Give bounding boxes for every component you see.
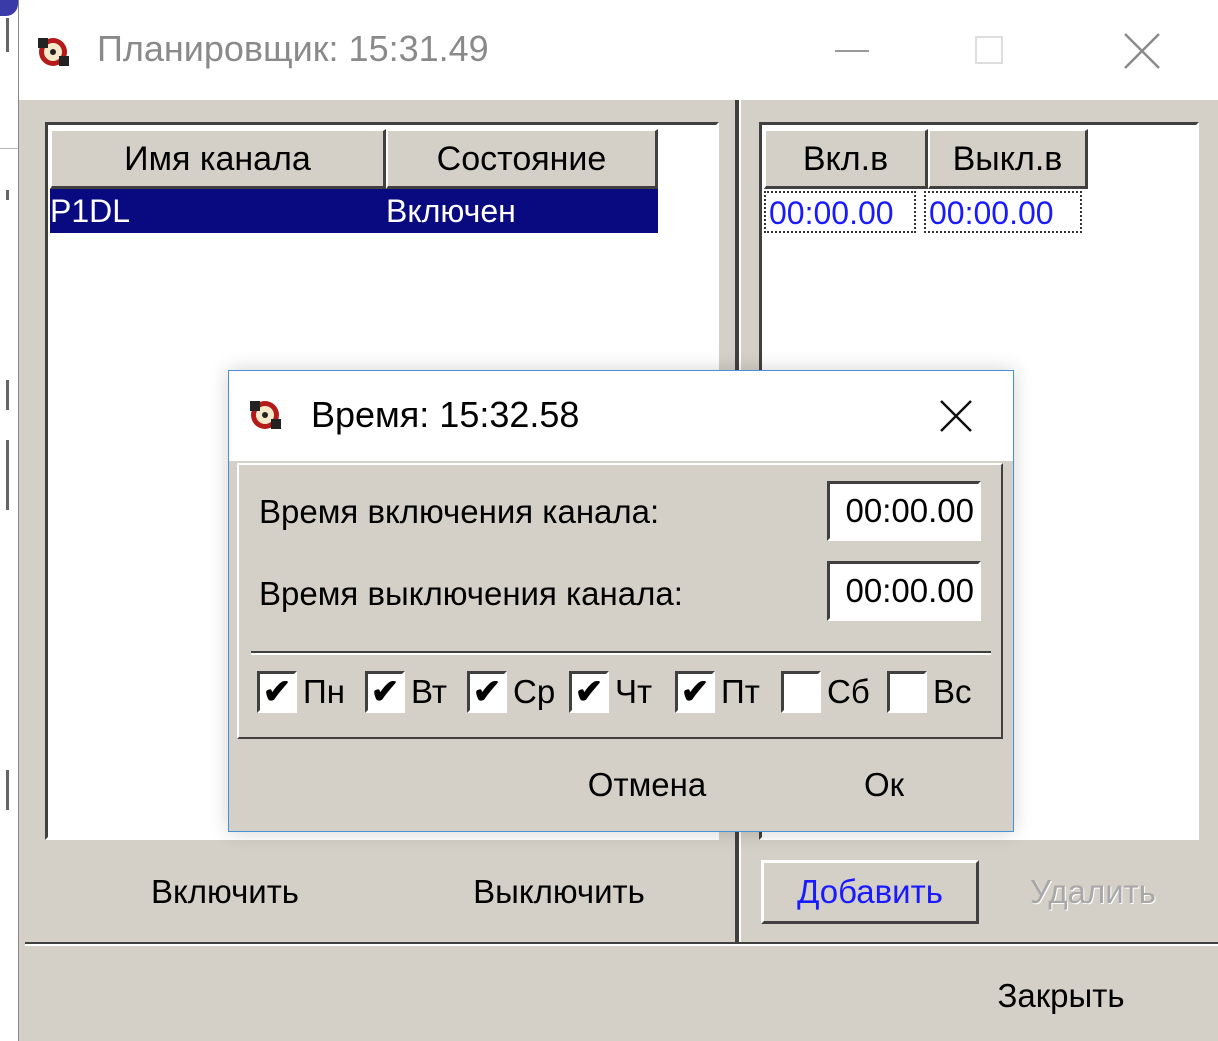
off-time-label: Время выключения канала: bbox=[259, 575, 683, 612]
background-window-edge bbox=[6, 440, 9, 510]
minimize-icon bbox=[835, 50, 869, 52]
table-row[interactable]: 00:00.00 00:00.00 bbox=[764, 191, 1088, 235]
on-time-field[interactable]: 00:00.00 bbox=[827, 481, 981, 541]
day-label-sat: Сб bbox=[827, 673, 870, 710]
on-time-cell: 00:00.00 bbox=[764, 191, 916, 233]
background-window-edge bbox=[6, 18, 9, 52]
channel-state-cell: Включен bbox=[386, 193, 516, 229]
background-window-edge bbox=[6, 380, 9, 410]
day-label-thu: Чт bbox=[615, 673, 653, 710]
off-time-field[interactable]: 00:00.00 bbox=[827, 561, 981, 621]
checkbox-wed[interactable]: ✔ bbox=[467, 671, 507, 713]
scheduler-app-icon bbox=[33, 34, 73, 76]
dialog-close-button[interactable] bbox=[933, 393, 979, 439]
day-label-wed: Ср bbox=[513, 673, 556, 710]
cancel-button[interactable]: Отмена bbox=[549, 755, 745, 815]
channel-name-cell: P1DL bbox=[50, 193, 131, 229]
add-button[interactable]: Добавить bbox=[761, 860, 979, 924]
checkbox-thu[interactable]: ✔ bbox=[569, 671, 609, 713]
background-window-separator bbox=[0, 148, 18, 149]
channel-name-header[interactable]: Имя канала bbox=[50, 129, 386, 189]
maximize-button bbox=[967, 28, 1013, 74]
off-time-header[interactable]: Выкл.в bbox=[928, 129, 1088, 189]
checkbox-sat[interactable] bbox=[781, 671, 821, 713]
table-row[interactable]: P1DL Включен bbox=[50, 189, 658, 233]
channel-state-header[interactable]: Состояние bbox=[386, 129, 658, 189]
checkbox-tue[interactable]: ✔ bbox=[365, 671, 405, 713]
checkbox-sun[interactable] bbox=[887, 671, 927, 713]
disable-channel-button[interactable]: Выключить bbox=[439, 862, 679, 922]
checkbox-fri[interactable]: ✔ bbox=[675, 671, 715, 713]
close-icon bbox=[940, 400, 972, 432]
on-time-header[interactable]: Вкл.в bbox=[764, 129, 928, 189]
close-icon bbox=[1124, 33, 1160, 69]
dialog-app-icon bbox=[245, 397, 285, 439]
delete-button: Удалить bbox=[999, 862, 1187, 922]
background-window bbox=[0, 0, 18, 1041]
day-label-tue: Вт bbox=[411, 673, 448, 710]
dialog-title: Время: 15:32.58 bbox=[311, 394, 580, 435]
window-titlebar: Планировщик: 15:31.49 bbox=[19, 0, 1218, 100]
off-time-cell: 00:00.00 bbox=[924, 191, 1082, 233]
days-divider bbox=[251, 651, 991, 655]
background-window-edge bbox=[6, 190, 9, 200]
window-title: Планировщик: 15:31.49 bbox=[97, 28, 489, 69]
enable-channel-button[interactable]: Включить bbox=[105, 862, 345, 922]
close-button[interactable]: Закрыть bbox=[959, 966, 1163, 1026]
footer-divider bbox=[25, 942, 1218, 946]
time-dialog: Время: 15:32.58 Время включения канала: … bbox=[228, 370, 1014, 832]
on-time-label: Время включения канала: bbox=[259, 493, 660, 530]
close-window-button[interactable] bbox=[1119, 28, 1165, 74]
dialog-titlebar: Время: 15:32.58 bbox=[229, 371, 1013, 461]
time-settings-group: Время включения канала: 00:00.00 Время в… bbox=[237, 463, 1003, 739]
day-label-mon: Пн bbox=[303, 673, 345, 710]
background-window-edge bbox=[6, 770, 9, 810]
maximize-icon bbox=[975, 36, 1003, 64]
day-label-sun: Вс bbox=[933, 673, 972, 710]
minimize-button[interactable] bbox=[829, 28, 875, 74]
day-label-fri: Пт bbox=[721, 673, 760, 710]
checkbox-mon[interactable]: ✔ bbox=[257, 671, 297, 713]
ok-button[interactable]: Ок bbox=[809, 755, 959, 815]
